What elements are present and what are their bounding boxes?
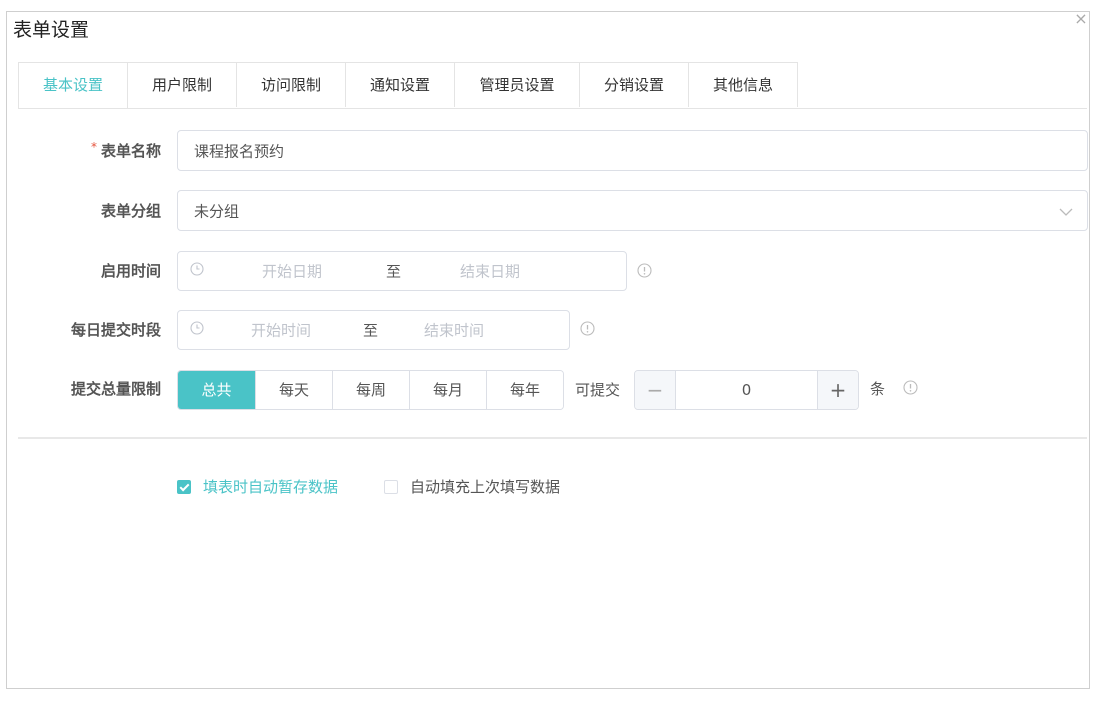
limit-total-button[interactable]: 总共: [178, 371, 255, 409]
end-date-placeholder[interactable]: 结束日期: [460, 261, 520, 282]
auto-save-draft-label: 填表时自动暂存数据: [203, 478, 339, 496]
limit-quantity-stepper: − 0 +: [634, 370, 859, 410]
limit-period-segmented: 总共 每天 每周 每月 每年: [177, 370, 564, 410]
increment-button[interactable]: +: [817, 371, 858, 409]
end-time-placeholder[interactable]: 结束时间: [424, 320, 484, 341]
decrement-button[interactable]: −: [635, 371, 676, 409]
limit-monthly-button[interactable]: 每月: [409, 371, 486, 409]
form-name-value: 课程报名预约: [194, 142, 285, 160]
limit-daily-button[interactable]: 每天: [255, 371, 332, 409]
clock-icon: [190, 321, 204, 339]
tab-other-info[interactable]: 其他信息: [689, 62, 798, 107]
limit-weekly-button[interactable]: 每周: [332, 371, 409, 409]
chevron-down-icon: [1059, 202, 1073, 220]
auto-fill-last-label: 自动填充上次填写数据: [410, 478, 561, 496]
tab-basic-settings[interactable]: 基本设置: [18, 62, 128, 108]
start-time-placeholder[interactable]: 开始时间: [251, 320, 311, 341]
dialog-title: 表单设置: [13, 19, 90, 41]
range-separator: 至: [386, 262, 402, 281]
enable-time-range-picker[interactable]: 开始日期 至 结束日期: [177, 251, 627, 291]
auto-fill-last-checkbox[interactable]: 自动填充上次填写数据: [384, 476, 560, 497]
tab-notification-settings[interactable]: 通知设置: [346, 62, 455, 107]
clock-icon: [190, 262, 204, 280]
close-icon[interactable]: ×: [1073, 11, 1089, 28]
enable-time-label: 启用时间: [100, 262, 161, 280]
form-name-label: * 表单名称: [91, 140, 161, 161]
auto-save-draft-checkbox[interactable]: 填表时自动暂存数据: [177, 476, 338, 497]
submit-limit-label: 提交总量限制: [70, 380, 161, 398]
form-group-select[interactable]: 未分组: [177, 190, 1088, 231]
tab-access-limit[interactable]: 访问限制: [237, 62, 346, 107]
required-mark: *: [90, 140, 97, 154]
limit-quantity-input[interactable]: 0: [676, 371, 817, 409]
info-icon[interactable]: [580, 321, 595, 340]
checkbox-unchecked-icon: [384, 479, 398, 494]
form-name-input[interactable]: 课程报名预约: [177, 130, 1088, 171]
limit-yearly-button[interactable]: 每年: [486, 371, 563, 409]
form-group-label: 表单分组: [100, 202, 161, 220]
range-separator: 至: [363, 321, 379, 340]
daily-period-range-picker[interactable]: 开始时间 至 结束时间: [177, 310, 570, 350]
limit-unit-text: 条: [870, 380, 886, 398]
tab-admin-settings[interactable]: 管理员设置: [455, 62, 580, 107]
tab-distribution-settings[interactable]: 分销设置: [580, 62, 689, 107]
info-icon[interactable]: [903, 380, 918, 399]
form-settings-dialog: 表单设置 × 基本设置 用户限制 访问限制 通知设置 管理员设置 分销设置 其他…: [6, 11, 1090, 689]
limit-prefix-text: 可提交: [575, 381, 621, 399]
form-group-value: 未分组: [194, 202, 240, 220]
daily-period-label: 每日提交时段: [70, 321, 161, 339]
info-icon[interactable]: [637, 263, 652, 282]
form-name-label-text: 表单名称: [100, 142, 161, 160]
tab-user-limit[interactable]: 用户限制: [128, 62, 237, 107]
section-divider: [18, 437, 1087, 439]
start-date-placeholder[interactable]: 开始日期: [262, 261, 322, 282]
checkbox-checked-icon: [177, 479, 191, 494]
tab-bar: 基本设置 用户限制 访问限制 通知设置 管理员设置 分销设置 其他信息: [18, 62, 1087, 109]
